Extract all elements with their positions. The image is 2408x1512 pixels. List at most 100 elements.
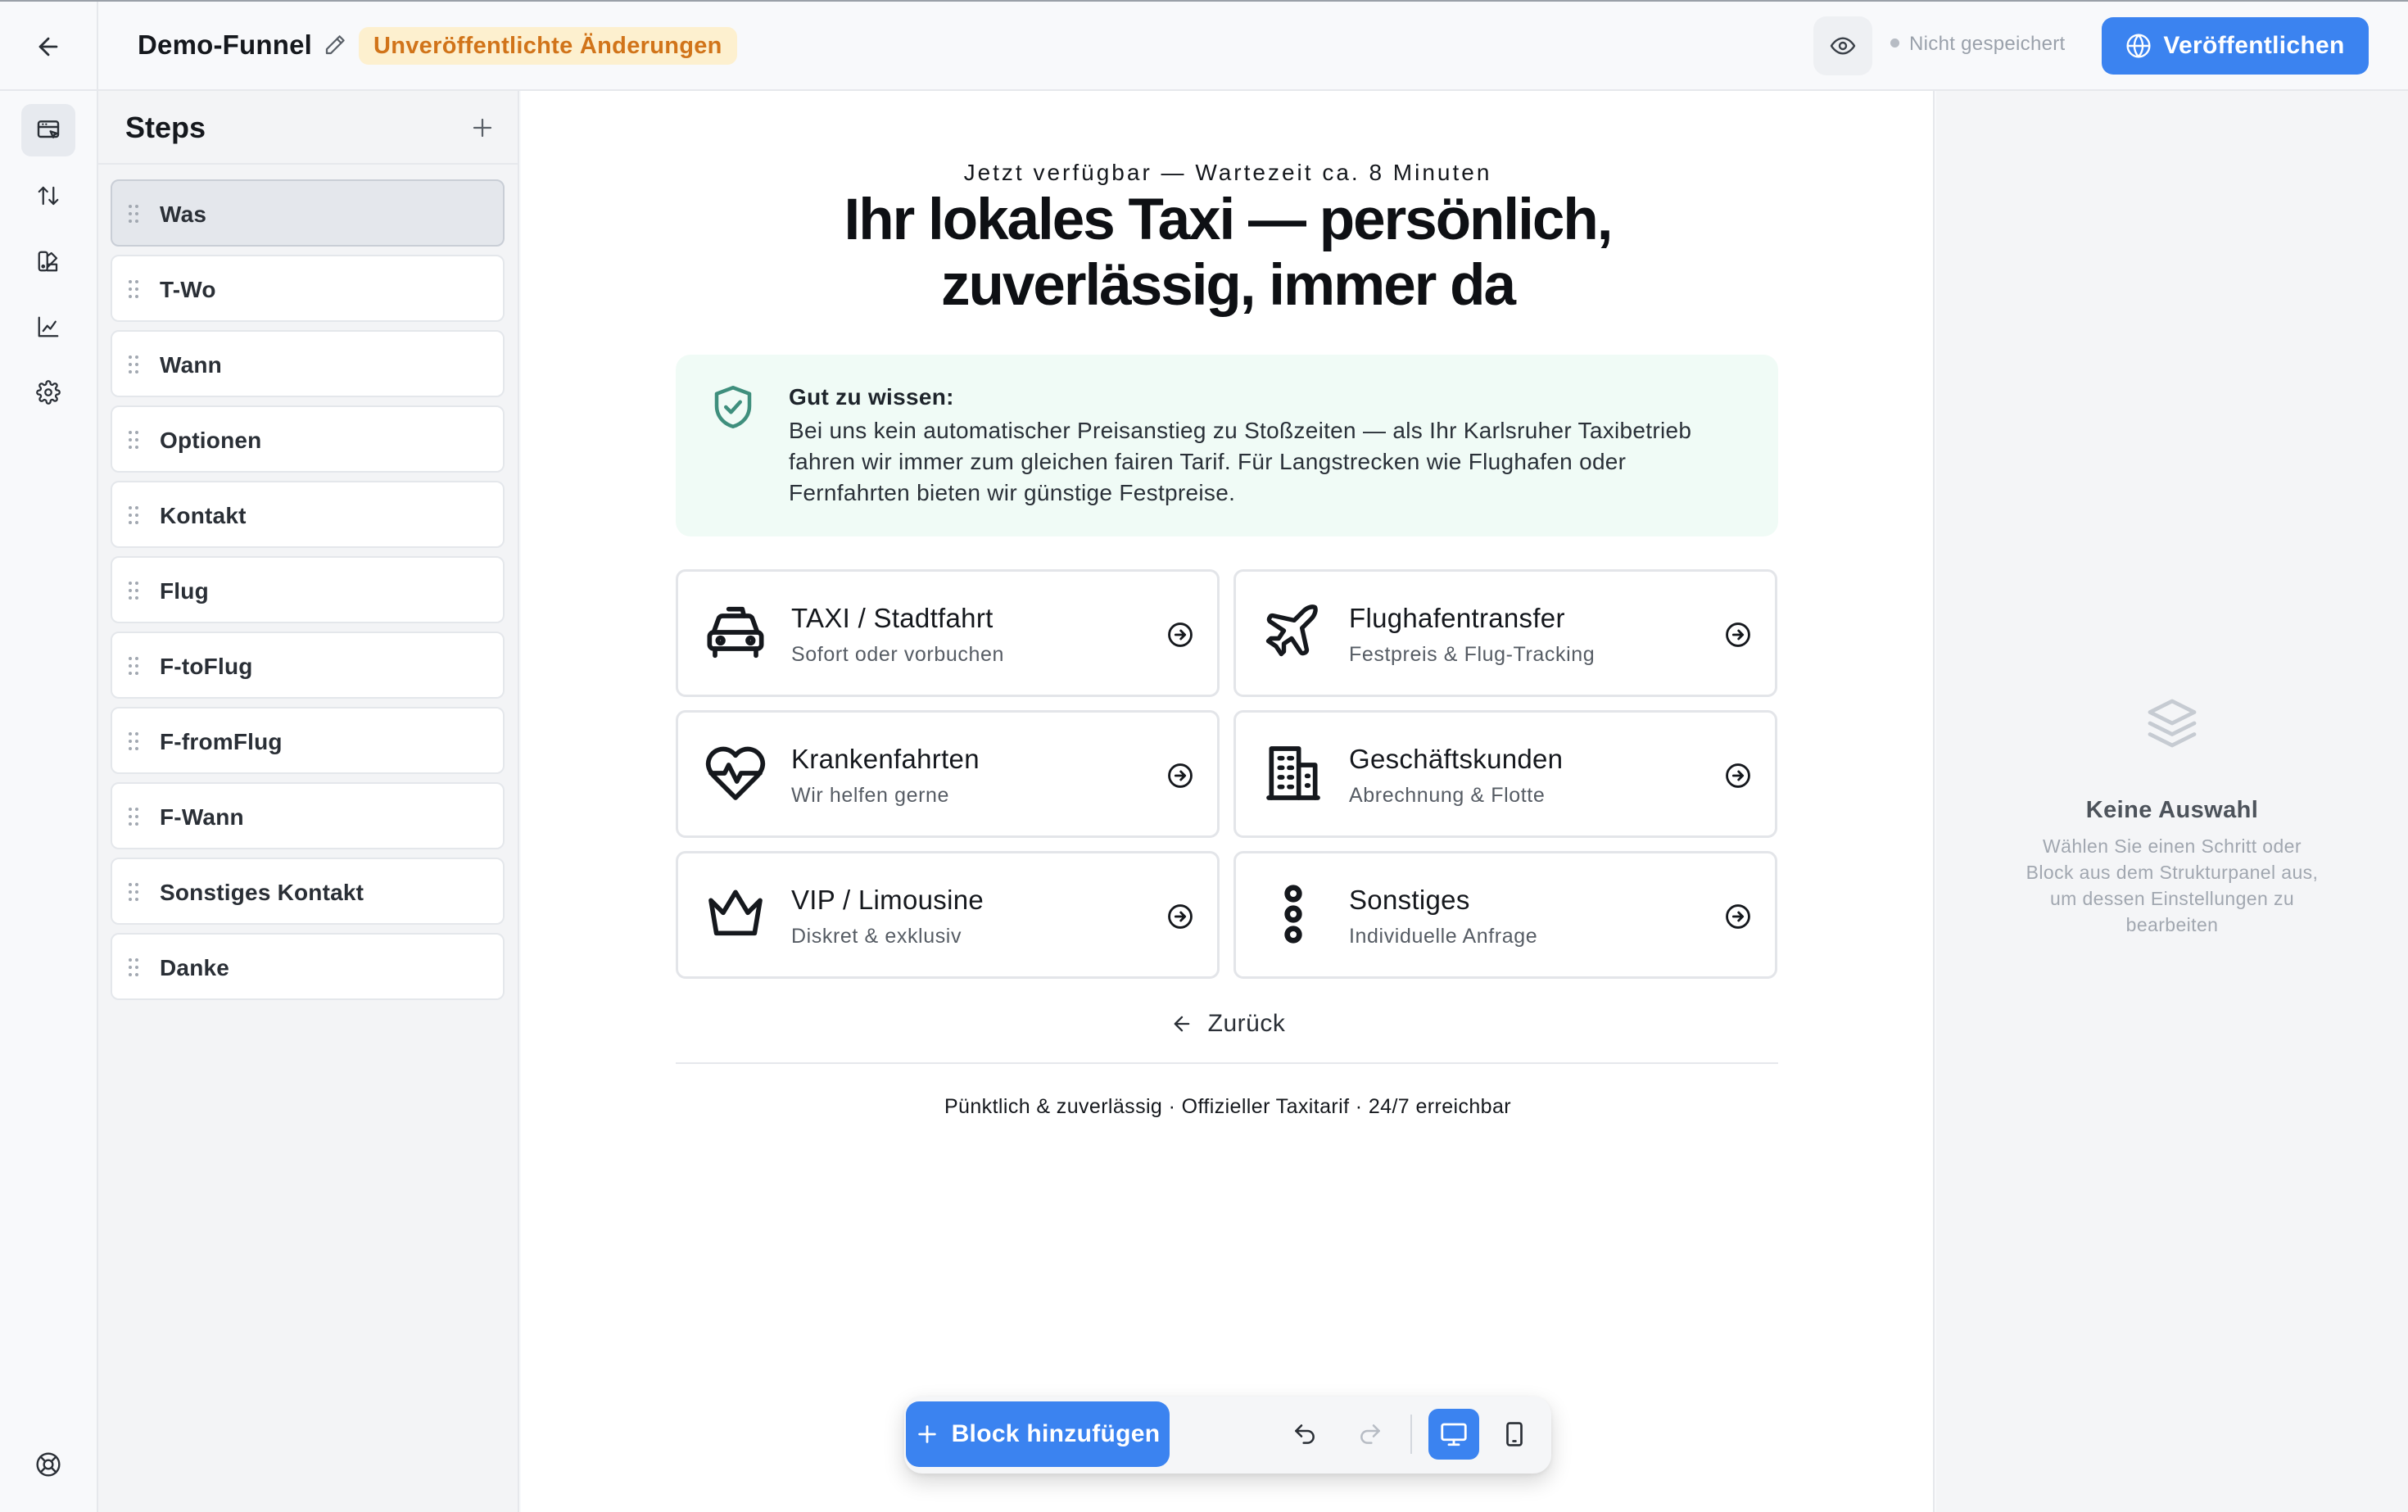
add-block-button[interactable]: Block hinzufügen xyxy=(906,1401,1170,1467)
step-item-f-toflug[interactable]: F-toFlug xyxy=(111,632,505,699)
option-subtitle: Wir helfen gerne xyxy=(791,784,950,807)
drag-handle-icon[interactable] xyxy=(127,656,140,676)
step-item-wann[interactable]: Wann xyxy=(111,330,505,397)
vertical-dots-icon xyxy=(1284,885,1302,944)
option-card-taxi[interactable]: TAXI / Stadtfahrt Sofort oder vorbuchen xyxy=(676,569,1220,697)
add-step-button[interactable] xyxy=(464,109,501,147)
option-card-other[interactable]: Sonstiges Individuelle Anfrage xyxy=(1233,851,1777,979)
step-item-t-wo[interactable]: T-Wo xyxy=(111,255,505,322)
building-icon xyxy=(1266,746,1320,800)
plus-icon xyxy=(917,1425,936,1443)
canvas-divider xyxy=(676,1062,1778,1064)
properties-panel: Keine Auswahl Wählen Sie einen Schritt o… xyxy=(1936,91,2408,1512)
page-headline: Ihr lokales Taxi — persönlich, zuverläss… xyxy=(685,188,1771,319)
back-link[interactable]: Zurück xyxy=(521,1010,1935,1038)
option-card-vip[interactable]: VIP / Limousine Diskret & exklusiv xyxy=(676,851,1220,979)
lifebuoy-icon xyxy=(36,1452,61,1477)
funnel-title: Demo-Funnel xyxy=(138,29,313,60)
headline-line-1: Ihr lokales Taxi — persönlich, xyxy=(844,188,1614,252)
drag-handle-icon[interactable] xyxy=(127,731,140,751)
redo-icon xyxy=(1360,1424,1380,1444)
step-label: Optionen xyxy=(160,428,262,453)
drag-handle-icon[interactable] xyxy=(127,279,140,299)
step-label: Was xyxy=(160,201,207,227)
step-item-danke[interactable]: Danke xyxy=(111,933,505,1000)
step-item-sonstiges-kontakt[interactable]: Sonstiges Kontakt xyxy=(111,858,505,925)
arrow-left-icon xyxy=(38,37,58,57)
undo-button[interactable] xyxy=(1279,1409,1330,1460)
globe-icon xyxy=(2126,34,2151,58)
step-label: Flug xyxy=(160,578,209,604)
rail-analytics-button[interactable] xyxy=(21,301,75,353)
info-text: Bei uns kein automatischer Preisanstieg … xyxy=(789,418,1692,505)
layers-icon xyxy=(2148,699,2197,748)
redo-button[interactable] xyxy=(1345,1409,1396,1460)
publish-label: Veröffentlichen xyxy=(2163,32,2345,59)
option-title: VIP / Limousine xyxy=(791,885,984,915)
heart-pulse-icon xyxy=(705,746,766,800)
rail-settings-button[interactable] xyxy=(21,366,75,419)
option-subtitle: Individuelle Anfrage xyxy=(1349,925,1538,948)
unsaved-changes-badge: Unveröffentlichte Änderungen xyxy=(359,27,737,65)
save-status: Nicht gespeichert xyxy=(1890,33,2066,56)
option-subtitle: Festpreis & Flug-Tracking xyxy=(1349,643,1596,666)
rail-design-button[interactable] xyxy=(21,235,75,287)
back-button[interactable] xyxy=(23,23,74,70)
no-selection-title: Keine Auswahl xyxy=(2085,797,2259,823)
drag-handle-icon[interactable] xyxy=(127,505,140,525)
gear-icon xyxy=(36,380,61,405)
drag-handle-icon[interactable] xyxy=(127,807,140,826)
rail-structure-button[interactable] xyxy=(21,104,75,156)
option-title: Geschäftskunden xyxy=(1349,744,1564,774)
toolbar-separator xyxy=(1410,1415,1412,1454)
step-item-was[interactable]: Was xyxy=(111,179,505,247)
trust-footer: Pünktlich & zuverlässig · Offizieller Ta… xyxy=(944,1095,1511,1118)
plus-icon xyxy=(473,118,492,138)
option-card-medical[interactable]: Krankenfahrten Wir helfen gerne xyxy=(676,710,1220,838)
pencil-icon xyxy=(325,35,345,55)
step-list: Was T-Wo Wann Optionen Kontakt Flug F-to… xyxy=(111,179,505,1008)
publish-button[interactable]: Veröffentlichen xyxy=(2102,17,2369,75)
eye-icon xyxy=(1830,37,1856,55)
shield-check-icon xyxy=(714,386,752,428)
step-label: Wann xyxy=(160,352,222,378)
step-item-f-fromflug[interactable]: F-fromFlug xyxy=(111,707,505,774)
steps-header: Steps xyxy=(98,91,518,165)
arrow-circle-right-icon xyxy=(1168,763,1193,788)
drag-handle-icon[interactable] xyxy=(127,882,140,902)
option-title: TAXI / Stadtfahrt xyxy=(791,603,994,633)
info-box: Gut zu wissen: Bei uns kein automatische… xyxy=(676,355,1778,536)
plane-icon xyxy=(1265,604,1318,657)
drag-handle-icon[interactable] xyxy=(127,204,140,224)
drag-handle-icon[interactable] xyxy=(127,581,140,600)
step-item-flug[interactable]: Flug xyxy=(111,556,505,623)
arrows-up-down-icon xyxy=(38,186,59,206)
step-item-optionen[interactable]: Optionen xyxy=(111,405,505,473)
option-card-business[interactable]: Geschäftskunden Abrechnung & Flotte xyxy=(1233,710,1777,838)
step-label: T-Wo xyxy=(160,277,216,302)
drag-handle-icon[interactable] xyxy=(127,430,140,450)
desktop-view-button[interactable] xyxy=(1428,1409,1479,1460)
step-item-f-wann[interactable]: F-Wann xyxy=(111,782,505,849)
preview-button[interactable] xyxy=(1813,16,1872,75)
headline-line-2: zuverlässig, immer da xyxy=(941,253,1516,318)
rail-help-button[interactable] xyxy=(21,1438,75,1491)
step-label: Sonstiges Kontakt xyxy=(160,880,364,905)
arrow-circle-right-icon xyxy=(1168,904,1193,929)
smartphone-icon xyxy=(1506,1422,1523,1446)
crown-icon xyxy=(708,890,763,936)
info-title: Gut zu wissen: xyxy=(789,384,954,410)
drag-handle-icon[interactable] xyxy=(127,355,140,374)
availability-subline: Jetzt verfügbar — Wartezeit ca. 8 Minute… xyxy=(963,160,1492,185)
step-item-kontakt[interactable]: Kontakt xyxy=(111,481,505,548)
steps-title: Steps xyxy=(125,111,206,144)
drag-handle-icon[interactable] xyxy=(127,957,140,977)
edit-title-button[interactable] xyxy=(323,33,347,57)
back-label: Zurück xyxy=(1207,1010,1286,1037)
mobile-view-button[interactable] xyxy=(1489,1409,1540,1460)
option-subtitle: Diskret & exklusiv xyxy=(791,925,962,948)
option-card-airport[interactable]: Flughafentransfer Festpreis & Flug-Track… xyxy=(1233,569,1777,697)
option-title: Flughafentransfer xyxy=(1349,603,1565,633)
rail-logic-button[interactable] xyxy=(21,170,75,222)
chart-icon xyxy=(38,316,59,337)
